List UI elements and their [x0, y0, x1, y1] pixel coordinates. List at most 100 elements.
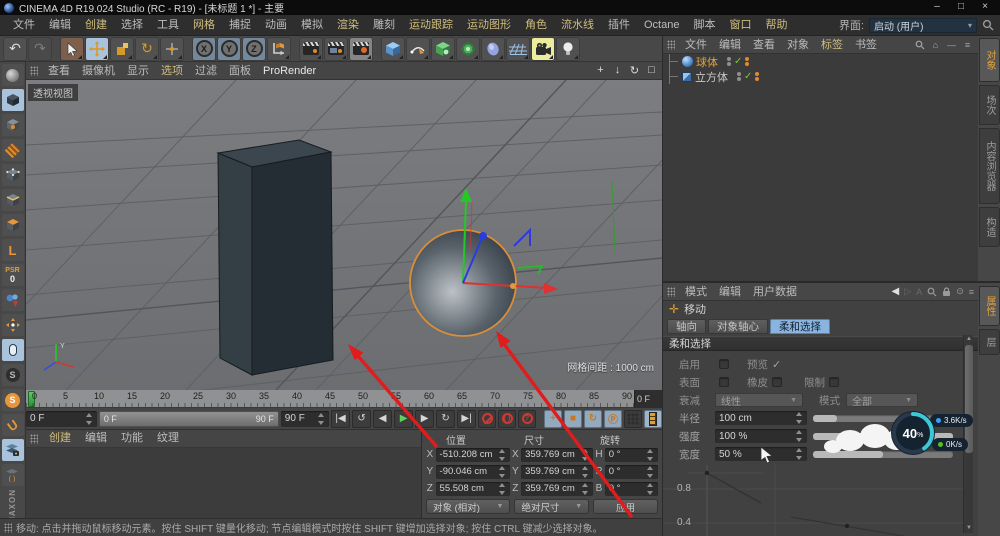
- magnet-tool-button[interactable]: U: [2, 414, 24, 436]
- menu-character[interactable]: 角色: [518, 15, 554, 36]
- rubber-checkbox[interactable]: [772, 377, 782, 387]
- am-menu-userdata[interactable]: 用户数据: [747, 283, 803, 301]
- interface-dropdown[interactable]: 启动 (用户) ▾: [869, 18, 977, 33]
- menu-window[interactable]: 窗口: [722, 15, 758, 36]
- edges-mode-button[interactable]: [2, 189, 24, 211]
- vp-menu-panel[interactable]: 面板: [223, 62, 257, 80]
- render-settings-button[interactable]: [349, 37, 373, 61]
- rotate-tool[interactable]: ↻: [135, 37, 159, 61]
- add-spline-button[interactable]: [406, 37, 430, 61]
- record-keyframe-button[interactable]: [478, 410, 496, 428]
- add-deformer-button[interactable]: [456, 37, 480, 61]
- falloff-curve-editor[interactable]: 0.8 0.4: [663, 463, 963, 536]
- keyframe-presets-button[interactable]: [644, 410, 662, 428]
- add-light-button[interactable]: [556, 37, 580, 61]
- menu-mograph[interactable]: 运动图形: [460, 15, 518, 36]
- menu-file[interactable]: 文件: [6, 15, 42, 36]
- tab-axis[interactable]: 轴向: [667, 319, 706, 334]
- timeline-ruler[interactable]: 0 5 10 15 20 25 30 35 40 45 50 55 60 65 …: [26, 390, 634, 408]
- om-menu-file[interactable]: 文件: [679, 36, 713, 54]
- lock-icon[interactable]: [942, 287, 951, 297]
- size-x-field[interactable]: 359.769 cm: [521, 448, 593, 462]
- tab-attributes[interactable]: 属性: [979, 286, 1000, 326]
- strength-field[interactable]: 100 %: [715, 429, 807, 443]
- tab-layers[interactable]: 层: [979, 329, 1000, 355]
- font-icon[interactable]: A: [916, 287, 922, 297]
- panel-grip[interactable]: [30, 66, 38, 76]
- viewport-canvas[interactable]: Y 透视视图 网格间距 : 1000 cm: [26, 80, 662, 390]
- menu-select[interactable]: 选择: [114, 15, 150, 36]
- maximize-button[interactable]: □: [950, 1, 972, 14]
- menu-help[interactable]: 帮助: [758, 15, 794, 36]
- add-camera-button[interactable]: [531, 37, 555, 61]
- om-menu-edit[interactable]: 编辑: [713, 36, 747, 54]
- vp-menu-options[interactable]: 选项: [155, 62, 189, 80]
- size-mode-dropdown[interactable]: 绝对尺寸▼: [514, 499, 589, 514]
- om-menu-objects[interactable]: 对象: [781, 36, 815, 54]
- om-menu-view[interactable]: 查看: [747, 36, 781, 54]
- position-z-field[interactable]: 55.508 cm: [436, 482, 510, 496]
- previous-frame-button[interactable]: ◀: [373, 410, 392, 428]
- menu-mesh[interactable]: 网格: [186, 15, 222, 36]
- view-label[interactable]: 透视视图: [28, 84, 78, 101]
- end-frame-field[interactable]: 90 F: [281, 411, 329, 427]
- position-x-field[interactable]: -510.208 cm: [436, 448, 510, 462]
- search-icon[interactable]: [982, 19, 994, 31]
- tab-structure[interactable]: 构造: [979, 207, 1000, 247]
- enabled-check-icon[interactable]: ✓: [744, 71, 752, 82]
- viewport-zoom-icon[interactable]: ↓: [611, 64, 624, 77]
- menu-script[interactable]: 脚本: [686, 15, 722, 36]
- mat-menu-edit[interactable]: 编辑: [78, 428, 114, 449]
- history-back-icon[interactable]: ◀: [892, 286, 900, 297]
- tab-soft-selection[interactable]: 柔和选择: [770, 319, 830, 334]
- menu-octane[interactable]: Octane: [637, 15, 686, 36]
- section-header[interactable]: 柔和选择: [663, 336, 978, 351]
- vp-menu-cameras[interactable]: 摄像机: [76, 62, 121, 80]
- next-frame-button[interactable]: ▶: [415, 410, 434, 428]
- viewport-toggle-icon[interactable]: □: [645, 64, 658, 77]
- polygons-mode-button[interactable]: [2, 214, 24, 236]
- scroll-up-icon[interactable]: ▲: [964, 335, 974, 344]
- om-menu-tags[interactable]: 标签: [815, 36, 849, 54]
- rotation-h-field[interactable]: 0 °: [605, 448, 658, 462]
- undo-button[interactable]: ↶: [3, 37, 27, 61]
- menu-pipeline[interactable]: 流水线: [554, 15, 601, 36]
- visibility-dots[interactable]: [727, 57, 731, 66]
- snap-settings-button[interactable]: [2, 314, 24, 336]
- move-tool[interactable]: [85, 37, 109, 61]
- rotation-b-field[interactable]: 0 °: [605, 482, 658, 496]
- enable-checkbox[interactable]: [719, 359, 729, 369]
- mat-menu-texture[interactable]: 纹理: [150, 428, 186, 449]
- mat-menu-create[interactable]: 创建: [42, 428, 78, 449]
- layer-lock-button[interactable]: [2, 439, 24, 461]
- key-rotation-toggle[interactable]: ↻: [584, 410, 602, 428]
- scale-tool[interactable]: [110, 37, 134, 61]
- path-icon[interactable]: —: [945, 38, 958, 51]
- menu-plugins[interactable]: 插件: [601, 15, 637, 36]
- current-frame-box[interactable]: 0 F: [634, 390, 662, 408]
- viewport-nav-button[interactable]: [2, 339, 24, 361]
- model-mode-button[interactable]: [2, 64, 24, 86]
- vp-menu-view[interactable]: 查看: [42, 62, 76, 80]
- menu-create[interactable]: 创建: [78, 15, 114, 36]
- menu-render[interactable]: 渲染: [330, 15, 366, 36]
- panel-menu-icon[interactable]: ≡: [969, 287, 974, 297]
- spinner-icon[interactable]: [318, 413, 325, 425]
- enabled-check-icon[interactable]: ✓: [734, 56, 742, 67]
- am-menu-mode[interactable]: 模式: [679, 283, 713, 301]
- position-mode-dropdown[interactable]: 对象 (相对)▼: [426, 499, 510, 514]
- menu-snap[interactable]: 捕捉: [222, 15, 258, 36]
- attribute-scrollbar[interactable]: ▲ ▼: [963, 335, 973, 533]
- panel-grip[interactable]: [667, 287, 675, 297]
- scroll-down-icon[interactable]: ▼: [964, 524, 974, 533]
- viewport-rotate-icon[interactable]: ↻: [628, 64, 641, 77]
- phong-tag-icon[interactable]: [745, 57, 749, 66]
- key-position-toggle[interactable]: +: [544, 410, 562, 428]
- am-menu-edit[interactable]: 编辑: [713, 283, 747, 301]
- layer-link-button[interactable]: ( ): [2, 464, 24, 486]
- z-axis-lock[interactable]: Z: [242, 37, 266, 61]
- solo-off-button[interactable]: S: [2, 364, 24, 386]
- panel-grip[interactable]: [667, 40, 675, 50]
- last-used-tool[interactable]: [160, 37, 184, 61]
- y-axis-lock[interactable]: Y: [217, 37, 241, 61]
